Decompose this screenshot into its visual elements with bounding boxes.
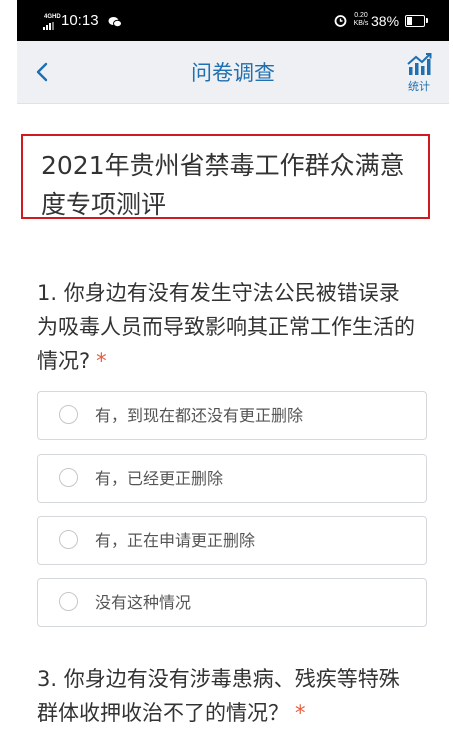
required-mark: * [295, 701, 306, 725]
status-bar: 4GHD 10:13 0.20 KB/s 38% [17, 0, 449, 41]
option-2[interactable]: 有，已经更正删除 [37, 454, 427, 503]
option-label: 没有这种情况 [95, 593, 192, 612]
required-mark: * [96, 349, 107, 373]
network-type: 4GHD [44, 14, 61, 20]
option-1[interactable]: 有，到现在都还没有更正删除 [37, 391, 427, 440]
question-1: 1. 你身边有没有发生守法公民被错误录为吸毒人员而导致影响其正常工作生活的情况?… [37, 276, 417, 378]
battery-percent: 38% [371, 13, 400, 29]
phone-screen: 4GHD 10:13 0.20 KB/s 38% 问卷调查 统计 2021年贵州… [17, 0, 449, 732]
network-speed: 0.20 KB/s [353, 12, 369, 27]
clock: 10:13 [61, 12, 99, 29]
radio-button[interactable] [59, 468, 78, 487]
option-3[interactable]: 有，正在申请更正删除 [37, 516, 427, 565]
nav-bar: 问卷调查 统计 [17, 41, 449, 104]
wechat-icon [108, 15, 122, 33]
question-text: 1. 你身边有没有发生守法公民被错误录为吸毒人员而导致影响其正常工作生活的情况? [37, 281, 415, 373]
alarm-icon [334, 14, 347, 32]
option-label: 有，正在申请更正删除 [95, 531, 256, 550]
radio-button[interactable] [59, 592, 78, 611]
option-label: 有，到现在都还没有更正删除 [95, 406, 304, 425]
battery-icon [405, 15, 428, 27]
survey-title-box: 2021年贵州省禁毒工作群众满意度专项测评 [21, 134, 430, 219]
statistics-label: 统计 [408, 80, 430, 93]
signal-icon [43, 22, 57, 30]
question-text: 3. 你身边有没有涉毒患病、残疾等特殊群体收押收治不了的情况？ [37, 667, 400, 725]
question-3: 3. 你身边有没有涉毒患病、残疾等特殊群体收押收治不了的情况？ * [37, 662, 417, 730]
radio-button[interactable] [59, 405, 78, 424]
option-4[interactable]: 没有这种情况 [37, 578, 427, 627]
option-label: 有，已经更正删除 [95, 469, 224, 488]
statistics-button[interactable]: 统计 [401, 53, 437, 95]
page-title: 问卷调查 [191, 61, 275, 85]
radio-button[interactable] [59, 530, 78, 549]
bar-chart-icon [407, 53, 432, 75]
survey-title: 2021年贵州省禁毒工作群众满意度专项测评 [41, 151, 405, 219]
